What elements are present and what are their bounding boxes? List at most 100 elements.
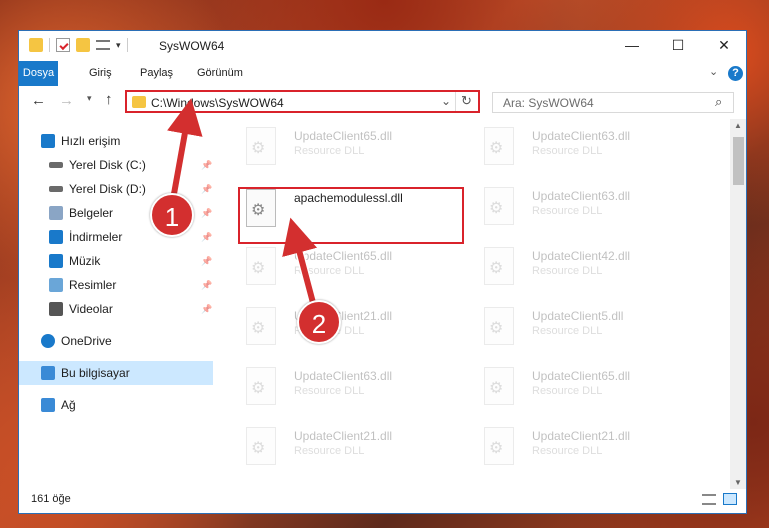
- sidebar-item-label: Müzik: [69, 254, 101, 268]
- dll-file-icon: ⚙: [246, 127, 276, 165]
- sidebar-item[interactable]: OneDrive: [19, 329, 213, 353]
- sidebar-item[interactable]: Resimler 📌: [19, 273, 213, 297]
- tab-file[interactable]: Dosya: [19, 61, 58, 86]
- sidebar-item[interactable]: Bu bilgisayar: [19, 361, 213, 385]
- file-item[interactable]: ⚙UpdateClient21.dllResource DLL: [476, 423, 706, 481]
- search-input[interactable]: Ara: SysWOW64: [503, 96, 594, 110]
- address-path[interactable]: C:\Windows\SysWOW64: [151, 96, 284, 110]
- search-box[interactable]: Ara: SysWOW64 ⌕: [492, 92, 734, 113]
- close-button[interactable]: ✕: [701, 31, 746, 61]
- tab-share[interactable]: Paylaş: [132, 61, 181, 86]
- music-icon: [49, 254, 63, 268]
- file-name: UpdateClient65.dll: [294, 249, 393, 263]
- download-icon: [49, 230, 63, 244]
- file-item[interactable]: ⚙ UpdateClient63.dll Resource DLL: [476, 183, 706, 241]
- help-icon[interactable]: ?: [728, 66, 743, 81]
- back-arrow-icon[interactable]: ←: [31, 92, 46, 109]
- dll-file-icon: ⚙: [246, 247, 276, 285]
- search-icon[interactable]: ⌕: [715, 94, 722, 110]
- sidebar-item-label: Belgeler: [69, 206, 114, 220]
- sidebar-item[interactable]: Videolar 📌: [19, 297, 213, 321]
- dll-file-icon: ⚙: [246, 367, 276, 405]
- properties-icon[interactable]: [56, 38, 70, 52]
- folder-icon: [132, 96, 146, 108]
- scrollbar-thumb[interactable]: [733, 137, 744, 185]
- quick-access-toolbar: ▾: [29, 38, 128, 52]
- file-name: UpdateClient63.dll: [532, 189, 631, 203]
- sidebar-item[interactable]: Hızlı erişim: [19, 129, 213, 153]
- file-item[interactable]: ⚙ UpdateClient65.dll Resource DLL: [238, 123, 468, 181]
- explorer-window: ▾ SysWOW64 — ☐ ✕ Dosya Giriş Paylaş Görü…: [18, 30, 747, 514]
- window-title: SysWOW64: [159, 39, 225, 53]
- recent-locations-icon[interactable]: ▾: [87, 93, 92, 104]
- file-name: UpdateClient42.dll: [532, 249, 631, 263]
- file-description: Resource DLL: [294, 265, 365, 277]
- sidebar-item-label: Hızlı erişim: [61, 134, 121, 148]
- file-name: UpdateClient21.dll: [294, 429, 393, 443]
- file-name: UpdateClient65.dll: [532, 369, 631, 383]
- sidebar-item-label: Ağ: [61, 398, 76, 412]
- dll-file-icon: ⚙: [484, 427, 514, 465]
- dll-file-icon: ⚙: [484, 187, 514, 225]
- vertical-scrollbar[interactable]: ▲ ▼: [730, 119, 746, 489]
- separator: [49, 38, 50, 52]
- tab-home[interactable]: Giriş: [81, 61, 120, 86]
- sidebar-item[interactable]: Yerel Disk (C:) 📌: [19, 153, 213, 177]
- details-view-icon[interactable]: [702, 494, 716, 505]
- file-description: Resource DLL: [532, 385, 603, 397]
- file-item[interactable]: ⚙ UpdateClient42.dll Resource DLL: [476, 243, 706, 301]
- sidebar-item-label: Yerel Disk (C:): [69, 158, 146, 172]
- dll-file-icon: ⚙: [484, 367, 514, 405]
- chevron-down-icon[interactable]: ⌄: [441, 94, 451, 108]
- maximize-button[interactable]: ☐: [655, 31, 701, 61]
- customize-toolbar-icon[interactable]: [96, 40, 110, 50]
- scroll-down-icon[interactable]: ▼: [734, 478, 742, 487]
- file-item[interactable]: ⚙ UpdateClient63.dll Resource DLL: [476, 123, 706, 181]
- file-description: Resource DLL: [532, 265, 603, 277]
- dll-file-icon: ⚙: [246, 427, 276, 465]
- sidebar-item[interactable]: Ağ: [19, 393, 213, 417]
- file-name: UpdateClient65.dll: [294, 129, 393, 143]
- refresh-icon[interactable]: ↻: [461, 93, 472, 109]
- file-description: Resource DLL: [532, 145, 603, 157]
- tab-view[interactable]: Görünüm: [189, 61, 251, 86]
- large-icons-view-icon[interactable]: [723, 493, 737, 505]
- chevron-down-icon[interactable]: ⌄: [709, 65, 718, 78]
- pin-icon[interactable]: 📌: [201, 225, 212, 249]
- chevron-down-icon[interactable]: ▾: [116, 40, 121, 51]
- file-item[interactable]: ⚙UpdateClient21.dllResource DLL: [238, 303, 468, 361]
- sidebar-item-label: Bu bilgisayar: [61, 366, 130, 380]
- minimize-button[interactable]: —: [609, 31, 655, 61]
- pin-icon[interactable]: 📌: [201, 201, 212, 225]
- sidebar-item-label: Resimler: [69, 278, 117, 292]
- dll-file-icon: ⚙: [246, 307, 276, 345]
- pin-icon[interactable]: 📌: [201, 153, 212, 177]
- pictures-icon: [49, 278, 63, 292]
- file-description: Resource DLL: [294, 445, 365, 457]
- scroll-up-icon[interactable]: ▲: [734, 121, 742, 130]
- pin-icon[interactable]: 📌: [201, 297, 212, 321]
- pin-icon[interactable]: 📌: [201, 273, 212, 297]
- videos-icon: [49, 302, 63, 316]
- forward-arrow-icon[interactable]: →: [59, 92, 74, 109]
- new-folder-icon[interactable]: [76, 38, 90, 52]
- item-count: 161 öğe: [31, 493, 71, 505]
- file-item[interactable]: ⚙ UpdateClient21.dll Resource DLL: [238, 423, 468, 481]
- pin-icon[interactable]: 📌: [201, 177, 212, 201]
- file-item[interactable]: ⚙ UpdateClient65.dll Resource DLL: [476, 363, 706, 421]
- file-item[interactable]: ⚙ UpdateClient5.dll Resource DLL: [476, 303, 706, 361]
- sidebar-item[interactable]: Müzik 📌: [19, 249, 213, 273]
- documents-icon: [49, 206, 63, 220]
- cloud-icon: [41, 334, 55, 348]
- file-description: Resource DLL: [532, 445, 603, 457]
- address-bar[interactable]: C:\Windows\SysWOW64 ⌄ ↻: [125, 90, 480, 113]
- folder-icon[interactable]: [29, 38, 43, 52]
- up-arrow-icon[interactable]: ↑: [105, 91, 113, 108]
- file-item[interactable]: ⚙ UpdateClient63.dll Resource DLL: [238, 363, 468, 421]
- sidebar-item-label: Yerel Disk (D:): [69, 182, 146, 196]
- file-description: Resource DLL: [294, 385, 365, 397]
- pin-icon[interactable]: 📌: [201, 249, 212, 273]
- separator: [126, 38, 128, 52]
- file-description: Resource DLL: [532, 205, 603, 217]
- file-item[interactable]: ⚙ UpdateClient65.dll Resource DLL: [238, 243, 468, 301]
